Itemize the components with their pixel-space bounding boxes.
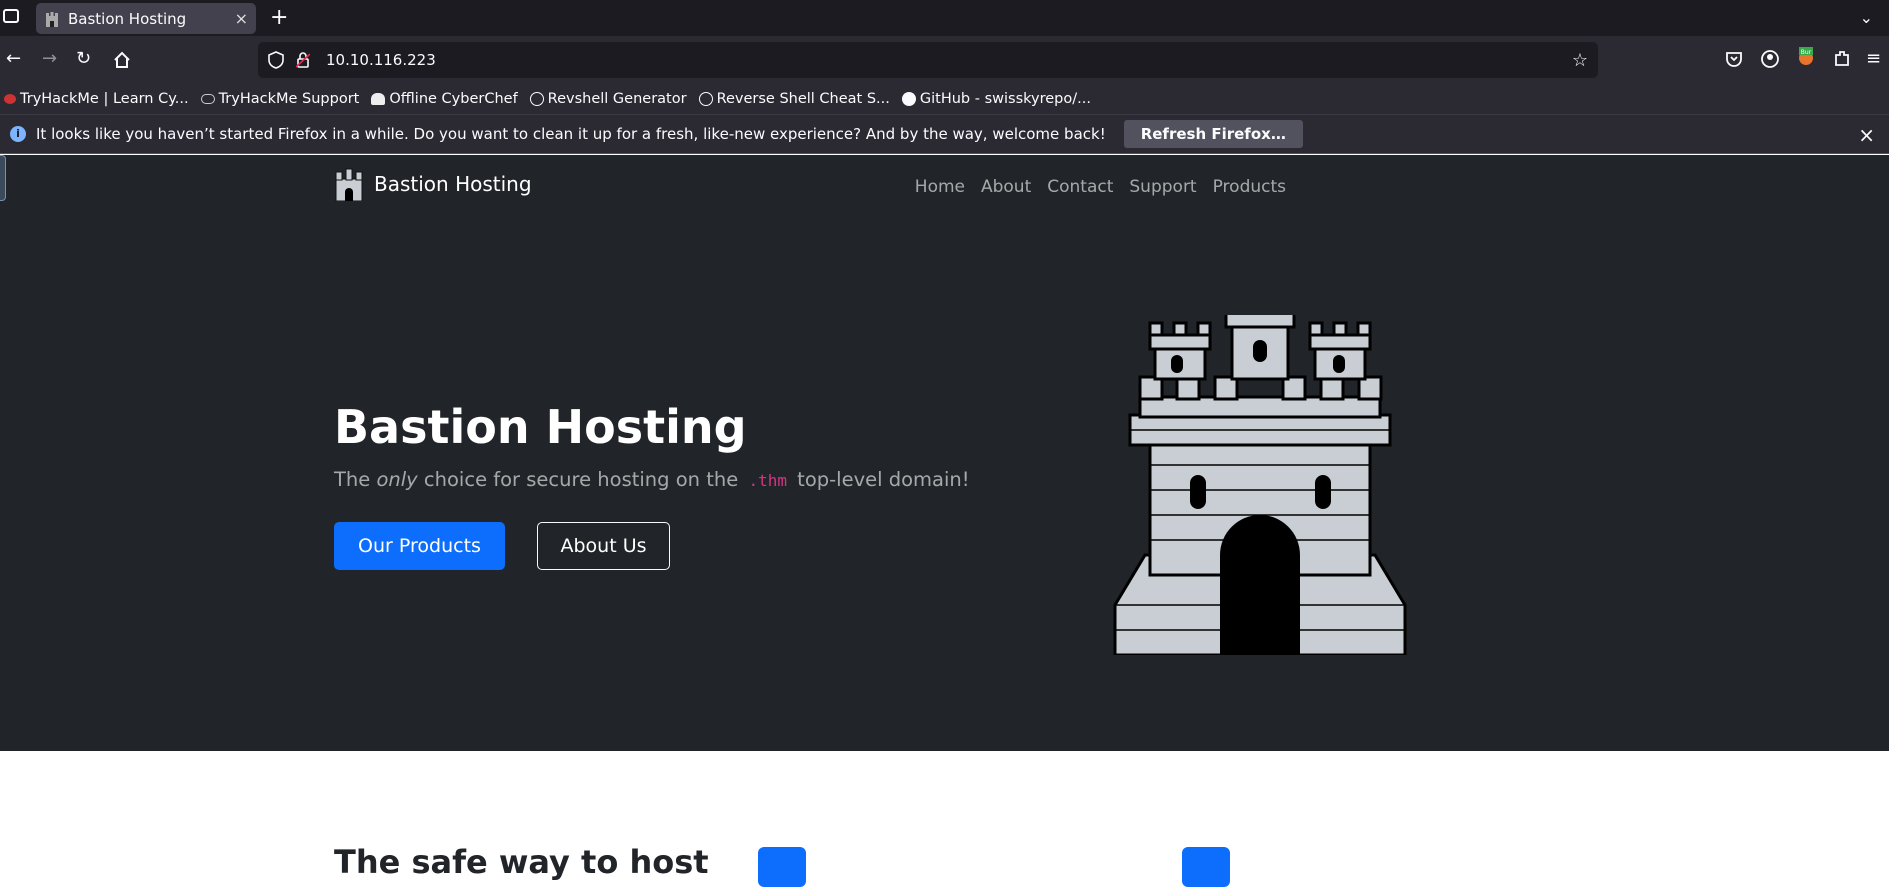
nav-about[interactable]: About — [981, 177, 1031, 197]
chef-icon — [371, 93, 386, 105]
cloud-icon — [200, 94, 215, 104]
menu-icon[interactable]: ≡ — [1866, 48, 1881, 70]
feature-icon-user — [1182, 847, 1230, 887]
castle-illustration-icon — [1113, 315, 1407, 655]
github-icon — [901, 92, 916, 106]
bookmark-item[interactable]: Revshell Generator — [529, 91, 687, 107]
bookmark-star-icon[interactable]: ☆ — [1572, 50, 1588, 71]
tab-title: Bastion Hosting — [68, 9, 187, 28]
bookmark-item[interactable]: TryHackMe Support — [200, 91, 359, 107]
hero-subtitle: The only choice for secure hosting on th… — [334, 468, 970, 491]
page-content: Bastion Hosting Home About Contact Suppo… — [0, 155, 1889, 887]
notification-text: It looks like you haven’t started Firefo… — [36, 125, 1106, 143]
bookmarks-toolbar: TryHackMe | Learn Cy... TryHackMe Suppor… — [0, 84, 1889, 114]
nav-products[interactable]: Products — [1213, 177, 1286, 197]
about-us-button[interactable]: About Us — [537, 522, 670, 570]
pocket-icon[interactable] — [1724, 49, 1744, 69]
back-icon[interactable]: ← — [6, 48, 21, 70]
tab-list-icon[interactable] — [3, 9, 19, 23]
castle-logo-icon — [335, 168, 363, 201]
brand-link[interactable]: Bastion Hosting — [334, 167, 532, 201]
info-icon: i — [10, 126, 26, 142]
tab-active[interactable]: Bastion Hosting × — [36, 3, 256, 34]
nav-contact[interactable]: Contact — [1047, 177, 1113, 197]
sidebar-handle[interactable] — [0, 155, 6, 201]
globe-icon — [529, 92, 544, 106]
brand-name: Bastion Hosting — [374, 172, 532, 196]
close-tab-icon[interactable]: × — [235, 9, 248, 28]
thm-icon — [4, 94, 16, 104]
hero-section: Bastion Hosting Home About Contact Suppo… — [0, 155, 1889, 751]
url-bar[interactable]: 10.10.116.223 ☆ — [258, 42, 1598, 78]
close-icon[interactable]: × — [1858, 123, 1875, 147]
tab-bar: Bastion Hosting × + ⌄ — [0, 0, 1889, 36]
globe-icon — [698, 92, 713, 106]
extensions-icon[interactable] — [1832, 49, 1852, 69]
refresh-firefox-button[interactable]: Refresh Firefox… — [1123, 120, 1303, 148]
url-text[interactable]: 10.10.116.223 — [326, 51, 436, 69]
nav-home[interactable]: Home — [915, 177, 965, 197]
our-products-button[interactable]: Our Products — [334, 522, 505, 570]
lock-icon[interactable] — [296, 52, 310, 68]
bookmark-item[interactable]: Reverse Shell Cheat S... — [698, 91, 890, 107]
new-tab-button[interactable]: + — [270, 5, 288, 30]
bookmark-item[interactable]: Offline CyberChef — [371, 91, 518, 107]
forward-icon[interactable]: → — [42, 48, 57, 70]
hero-title: Bastion Hosting — [334, 400, 747, 454]
shield-icon[interactable] — [268, 51, 284, 69]
notification-bar: i It looks like you haven’t started Fire… — [0, 114, 1889, 154]
bookmark-item[interactable]: TryHackMe | Learn Cy... — [4, 91, 189, 107]
feature-icon-server — [758, 847, 806, 887]
reload-icon[interactable]: ↻ — [76, 48, 91, 70]
chevron-down-icon[interactable]: ⌄ — [1860, 8, 1873, 27]
navigation-toolbar: ← → ↻ 10.10.116.223 ☆ Bur ≡ — [0, 36, 1889, 84]
account-icon[interactable] — [1760, 49, 1780, 69]
svg-text:Bur: Bur — [1801, 49, 1812, 56]
burp-extension-icon[interactable]: Bur — [1796, 46, 1816, 66]
home-icon[interactable] — [112, 50, 132, 70]
section-title: The safe way to host — [334, 843, 709, 881]
castle-favicon-icon — [46, 11, 58, 27]
site-nav: Home About Contact Support Products — [899, 177, 1286, 197]
bookmark-item[interactable]: GitHub - swisskyrepo/... — [901, 91, 1091, 107]
nav-support[interactable]: Support — [1129, 177, 1196, 197]
